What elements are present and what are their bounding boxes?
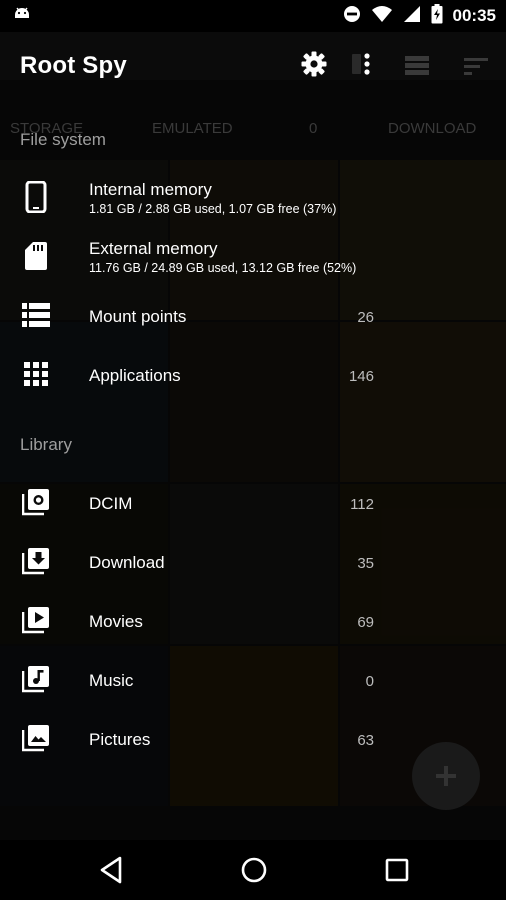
drawer-item-mount-points[interactable]: Mount points 26 bbox=[0, 287, 400, 345]
system-nav-bar bbox=[0, 840, 506, 900]
home-icon[interactable] bbox=[239, 854, 269, 891]
drawer-item-label: Internal memory bbox=[89, 180, 212, 199]
drawer-item-internal-memory[interactable]: Internal memory 1.81 GB / 2.88 GB used, … bbox=[0, 169, 400, 227]
do-not-disturb-icon bbox=[343, 5, 361, 28]
drawer-item-dcim[interactable]: DCIM 112 bbox=[0, 474, 400, 532]
camera-library-icon bbox=[21, 488, 50, 516]
add-fab-ghost bbox=[412, 742, 480, 810]
drawer-item-music[interactable]: Music 0 bbox=[0, 651, 400, 709]
list-icon bbox=[22, 301, 50, 329]
drawer-item-label: Music bbox=[89, 671, 134, 690]
app-bar: Root Spy bbox=[0, 32, 506, 102]
settings-icon[interactable] bbox=[300, 50, 328, 83]
wifi-icon bbox=[371, 5, 393, 28]
status-time: 00:35 bbox=[452, 6, 496, 25]
app-title: Root Spy bbox=[20, 52, 127, 79]
drawer-item-external-memory[interactable]: External memory 11.76 GB / 24.89 GB used… bbox=[0, 228, 400, 286]
drawer-item-applications[interactable]: Applications 146 bbox=[0, 346, 400, 404]
drawer-item-label: Pictures bbox=[89, 730, 151, 749]
drawer-item-detail: 11.76 GB / 24.89 GB used, 13.12 GB free … bbox=[89, 261, 357, 275]
drawer-item-count: 26 bbox=[357, 309, 374, 326]
sort-icon bbox=[464, 56, 490, 81]
phone-icon bbox=[22, 180, 50, 214]
section-title-library: Library bbox=[20, 435, 72, 454]
signal-icon bbox=[403, 5, 421, 28]
photo-library-icon bbox=[21, 724, 50, 752]
drawer-item-label: Mount points bbox=[89, 307, 187, 326]
navigation-drawer: File system Internal memory 1.81 GB / 2.… bbox=[0, 102, 506, 840]
more-vert-icon[interactable] bbox=[350, 50, 378, 83]
recents-icon[interactable] bbox=[383, 854, 411, 891]
drawer-item-label: Movies bbox=[89, 612, 143, 631]
drawer-item-label: Applications bbox=[89, 366, 181, 385]
drawer-item-count: 63 bbox=[357, 732, 374, 749]
apps-grid-icon bbox=[22, 360, 50, 388]
drawer-item-pictures[interactable]: Pictures 63 bbox=[0, 710, 400, 768]
back-icon[interactable] bbox=[98, 854, 126, 891]
view-list-icon bbox=[405, 54, 431, 81]
drawer-item-label: DCIM bbox=[89, 494, 133, 513]
download-library-icon bbox=[21, 547, 50, 575]
drawer-item-download[interactable]: Download 35 bbox=[0, 533, 400, 591]
drawer-item-count: 35 bbox=[357, 555, 374, 572]
drawer-item-count: 69 bbox=[357, 614, 374, 631]
drawer-item-count: 112 bbox=[350, 496, 374, 513]
drawer-item-label: External memory bbox=[89, 239, 218, 258]
battery-charging-icon bbox=[431, 3, 443, 29]
drawer-item-count: 0 bbox=[365, 673, 374, 690]
android-icon bbox=[12, 6, 32, 31]
status-bar: 00:35 bbox=[0, 0, 506, 32]
drawer-item-label: Download bbox=[89, 553, 165, 572]
drawer-item-detail: 1.81 GB / 2.88 GB used, 1.07 GB free (37… bbox=[89, 202, 337, 216]
video-library-icon bbox=[21, 606, 50, 634]
drawer-item-movies[interactable]: Movies 69 bbox=[0, 592, 400, 650]
music-library-icon bbox=[21, 665, 50, 693]
section-title-file-system: File system bbox=[20, 130, 106, 149]
drawer-item-count: 146 bbox=[348, 368, 374, 385]
sd-card-icon bbox=[22, 240, 50, 270]
